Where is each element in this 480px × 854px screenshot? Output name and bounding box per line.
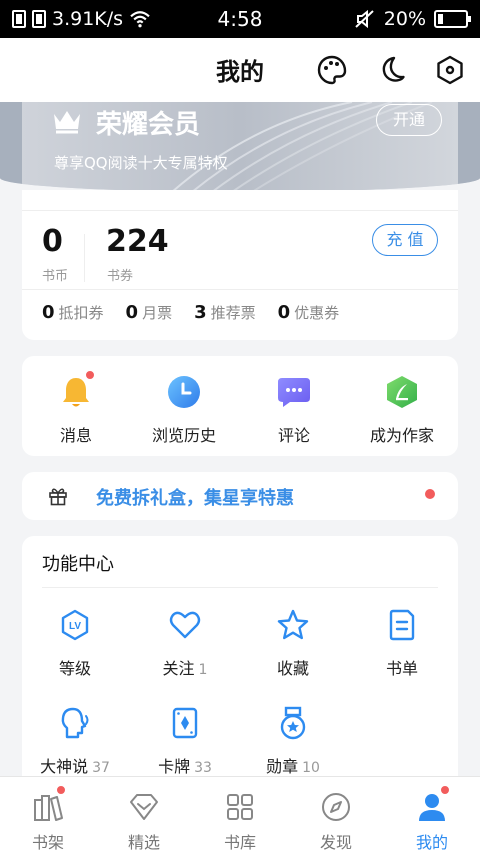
coins-value[interactable]: 0 [42,224,63,259]
grid-icon [227,794,253,820]
heart-icon [169,611,201,639]
vip-title: 荣耀会员 [96,110,201,140]
bookshelf-icon [34,795,63,821]
coins-label: 书币 [42,269,69,284]
feather-pen-icon [387,376,417,408]
ticket-coupon[interactable]: 0 优惠券 [278,302,340,323]
promo-dot [425,489,435,499]
vouchers-value[interactable]: 224 [106,224,169,259]
function-center-card: 功能中心 LV 等级 关注 1 收藏 书单 大神说 37 卡牌 33 勋章 10 [22,536,458,786]
nav-mine[interactable]: 我的 [392,785,472,853]
nav-library[interactable]: 书库 [200,791,280,853]
gift-icon [49,488,67,506]
mute-icon [355,9,374,29]
ticket-deduction[interactable]: 0 抵扣券 [42,302,104,323]
function-medals[interactable]: 勋章 10 [243,706,343,777]
bookshelf-badge [56,785,66,795]
promo-bar[interactable]: 免费拆礼盒，集星享特惠 [22,472,458,520]
function-great-god-says[interactable]: 大神说 37 [25,706,125,777]
booklist-icon [389,609,415,641]
function-favorites[interactable]: 收藏 [243,608,343,679]
card-icon [172,707,198,739]
quick-action-messages[interactable]: 消息 [26,370,126,446]
clock-icon [168,376,200,408]
palette-icon[interactable] [316,54,348,86]
function-booklist[interactable]: 书单 [352,608,452,679]
recharge-button[interactable]: 充 值 [372,224,438,256]
function-follow[interactable]: 关注 1 [135,608,235,679]
star-icon [277,609,309,640]
cards-count: 33 [194,760,212,776]
sim-card-1-icon [12,10,26,28]
quick-action-become-writer[interactable]: 成为作家 [352,374,452,446]
medal-icon [280,706,306,740]
wifi-icon [130,11,150,28]
mine-badge [440,785,450,795]
wallet-card: 0 书币 224 书券 充 值 0 抵扣券 0 月票 3 推荐票 0 优惠券 [22,190,458,340]
follow-count: 1 [198,662,208,678]
great-god-says-count: 37 [92,760,110,776]
ticket-recommend[interactable]: 3 推荐票 [194,302,256,323]
moon-icon[interactable] [375,54,407,86]
top-header: 我的 [0,38,480,102]
quick-action-comments[interactable]: 评论 [244,374,344,446]
nav-featured[interactable]: 精选 [104,791,184,853]
svg-text:LV: LV [69,621,81,632]
function-center-title: 功能中心 [42,554,114,575]
crown-icon [54,111,80,134]
battery-icon [434,10,471,28]
ticket-monthly[interactable]: 0 月票 [126,302,173,323]
diamond-icon [130,794,158,820]
nav-bookshelf[interactable]: 书架 [8,785,88,853]
function-cards[interactable]: 卡牌 33 [135,706,235,777]
notification-dot [85,370,95,380]
promo-text: 免费拆礼盒，集星享特惠 [96,488,294,509]
quick-action-history[interactable]: 浏览历史 [134,374,234,446]
chat-bubble-icon [278,378,310,407]
sim-card-2-icon [32,10,46,28]
open-vip-button[interactable]: 开通 [376,104,442,136]
compass-icon [322,793,350,821]
speaking-head-icon [61,707,89,739]
function-level[interactable]: LV 等级 [25,608,125,679]
medals-count: 10 [302,760,320,776]
status-bar: 3.91K/s 4:58 20% [0,0,480,38]
bottom-navigation: 书架 精选 书库 发现 我的 [0,776,480,854]
page-title: 我的 [216,58,264,86]
vip-subtitle: 尊享QQ阅读十大专属特权 [54,154,228,172]
battery-percent: 20% [383,8,426,30]
network-speed: 3.91K/s [52,8,124,30]
tickets-row: 0 抵扣券 0 月票 3 推荐票 0 优惠券 [42,302,339,323]
quick-actions-card: 消息 浏览历史 评论 成为作家 [22,356,458,456]
settings-hexagon-icon[interactable] [434,54,466,86]
user-icon [419,794,445,821]
vouchers-label: 书券 [107,269,134,284]
level-badge-icon: LV [61,609,89,641]
nav-discover[interactable]: 发现 [296,791,376,853]
